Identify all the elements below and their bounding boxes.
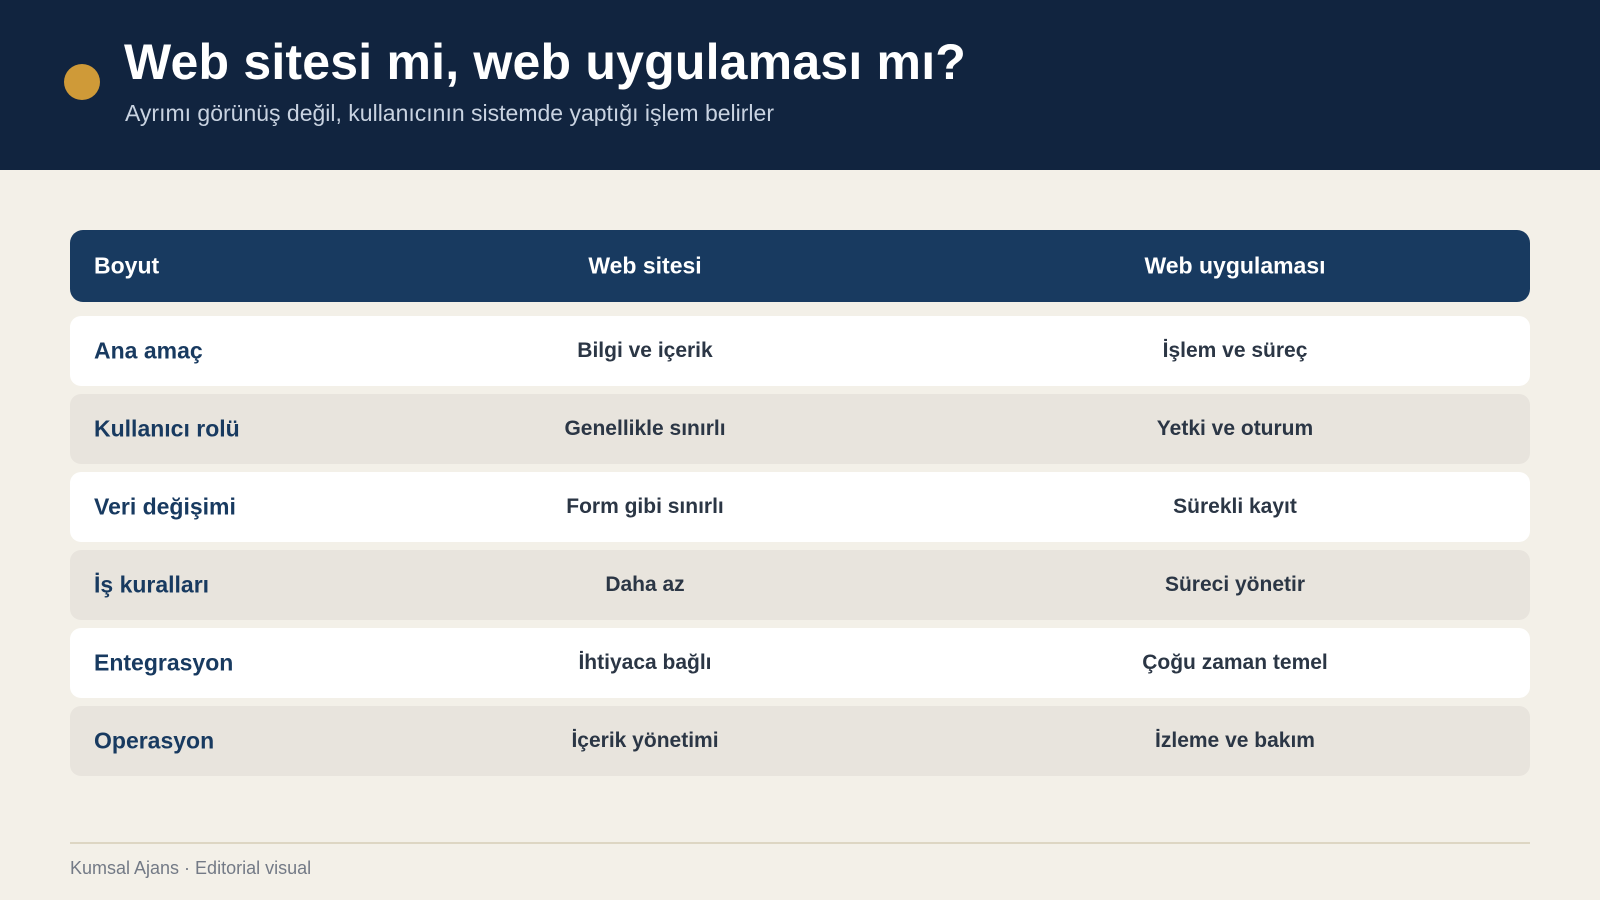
web-uygulamasi-cell: Süreci yönetir xyxy=(1164,573,1306,596)
table-header: Boyut Web sitesi Web uygulaması xyxy=(70,230,1530,302)
column-header-boyut: Boyut xyxy=(94,252,160,279)
web-sitesi-cell: İhtiyaca bağlı xyxy=(578,651,712,674)
row-label: Operasyon xyxy=(94,727,215,754)
page-title: Web sitesi mi, web uygulaması mı? xyxy=(124,34,967,90)
footer-credit: Kumsal Ajans · Editorial visual xyxy=(70,858,312,878)
table-row: Kullanıcı rolü Genellikle sınırlı Yetki … xyxy=(70,394,1530,464)
web-sitesi-cell: Daha az xyxy=(605,573,685,596)
row-label: Entegrasyon xyxy=(94,649,234,676)
web-uygulamasi-cell: İşlem ve süreç xyxy=(1162,339,1308,362)
header-banner: Web sitesi mi, web uygulaması mı? Ayrımı… xyxy=(0,0,1600,170)
comparison-table: Boyut Web sitesi Web uygulaması Ana amaç… xyxy=(70,230,1530,776)
table-row: Entegrasyon İhtiyaca bağlı Çoğu zaman te… xyxy=(70,628,1530,698)
footer-divider xyxy=(70,842,1530,844)
column-header-web-sitesi: Web sitesi xyxy=(588,252,702,279)
web-uygulamasi-cell: Çoğu zaman temel xyxy=(1142,651,1328,674)
web-sitesi-cell: Bilgi ve içerik xyxy=(577,339,713,362)
table-row: İş kuralları Daha az Süreci yönetir xyxy=(70,550,1530,620)
row-label: Ana amaç xyxy=(94,337,203,364)
table-row: Veri değişimi Form gibi sınırlı Sürekli … xyxy=(70,472,1530,542)
web-uygulamasi-cell: Yetki ve oturum xyxy=(1156,417,1314,440)
web-uygulamasi-cell: Sürekli kayıt xyxy=(1173,495,1297,518)
web-sitesi-cell: İçerik yönetimi xyxy=(571,729,719,752)
web-uygulamasi-cell: İzleme ve bakım xyxy=(1155,729,1315,752)
table-row: Operasyon İçerik yönetimi İzleme ve bakı… xyxy=(70,706,1530,776)
accent-dot xyxy=(64,64,100,100)
table-row: Ana amaç Bilgi ve içerik İşlem ve süreç xyxy=(70,316,1530,386)
row-label: Veri değişimi xyxy=(94,493,236,520)
page-subtitle: Ayrımı görünüş değil, kullanıcının siste… xyxy=(125,100,774,126)
web-sitesi-cell: Form gibi sınırlı xyxy=(566,495,724,518)
row-label: İş kuralları xyxy=(94,571,210,598)
column-header-web-uygulamasi: Web uygulaması xyxy=(1144,252,1326,279)
web-sitesi-cell: Genellikle sınırlı xyxy=(564,417,726,440)
row-label: Kullanıcı rolü xyxy=(94,415,240,442)
